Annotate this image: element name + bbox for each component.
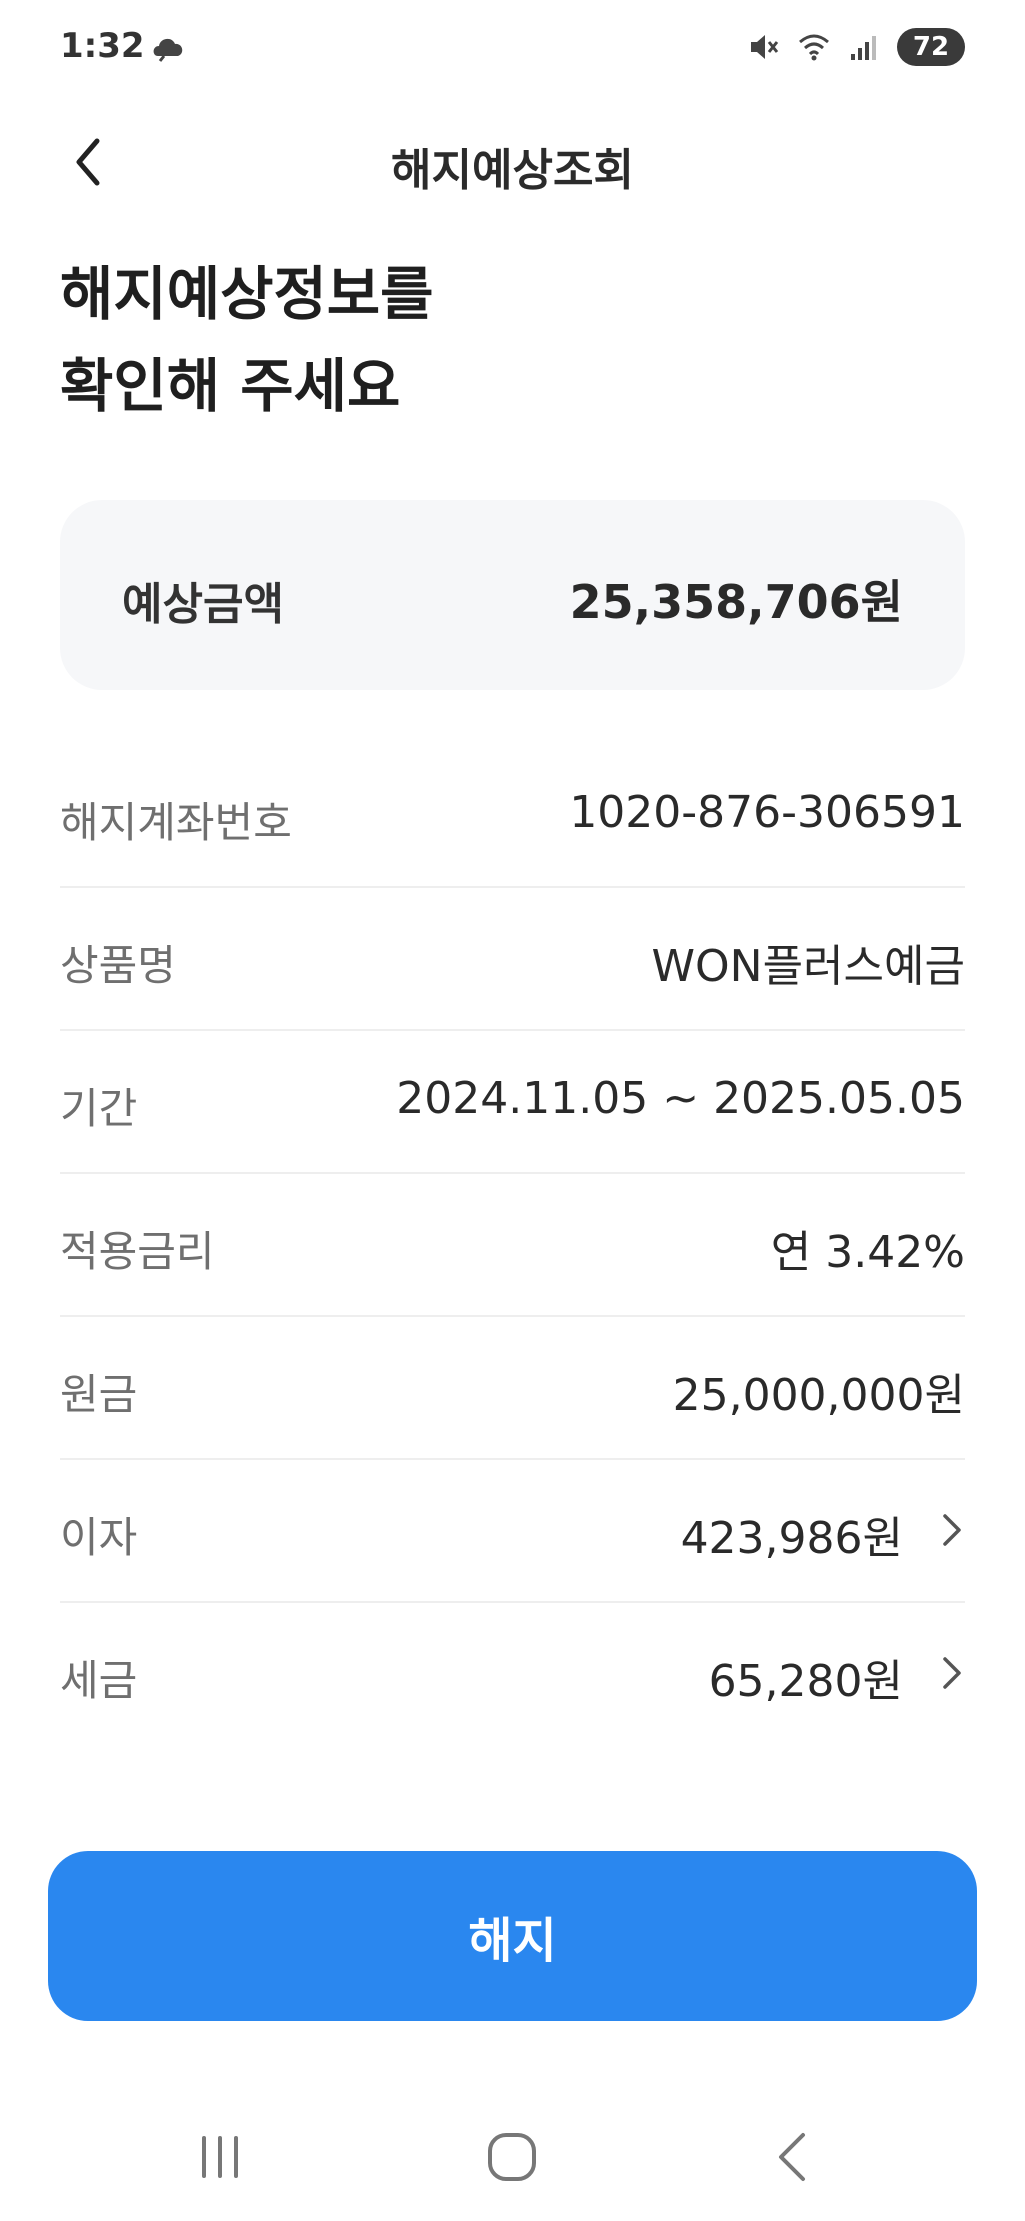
expected-amount-label: 예상금액 — [122, 579, 284, 630]
battery-icon: 72 — [897, 28, 965, 66]
wifi-icon — [799, 34, 829, 61]
app-header: 해지예상조회 — [0, 110, 1025, 210]
detail-row-principal: 원금 25,000,000원 — [60, 1317, 965, 1460]
signal-icon — [851, 36, 876, 60]
home-icon — [488, 2133, 536, 2181]
expected-amount-value: 25,358,706원 — [569, 575, 903, 629]
detail-row-tax[interactable]: 세금 65,280원 — [60, 1603, 965, 1746]
back-icon — [779, 2133, 805, 2181]
status-icons: 72 — [747, 28, 965, 66]
system-nav-bar — [0, 2100, 1025, 2221]
detail-value: 2024.11.05 ~ 2025.05.05 — [396, 1073, 965, 1124]
detail-value: 연 3.42% — [770, 1227, 965, 1278]
nav-back-button[interactable] — [752, 2122, 832, 2192]
cloud-icon — [153, 38, 183, 62]
recent-apps-button[interactable] — [180, 2122, 260, 2192]
main-heading: 해지예상정보를 확인해 주세요 — [60, 248, 434, 432]
detail-row-account-number: 해지계좌번호 1020-876-306591 — [60, 745, 965, 888]
detail-row-product-name: 상품명 WON플러스예금 — [60, 888, 965, 1031]
detail-row-interest[interactable]: 이자 423,986원 — [60, 1460, 965, 1603]
detail-row-interest-rate: 적용금리 연 3.42% — [60, 1174, 965, 1317]
detail-label: 해지계좌번호 — [60, 798, 292, 847]
home-button[interactable] — [472, 2122, 552, 2192]
battery-level: 72 — [912, 32, 950, 62]
heading-line-1: 해지예상정보를 — [60, 260, 434, 328]
terminate-button[interactable]: 해지 — [48, 1851, 977, 2021]
chevron-right-icon — [943, 1657, 961, 1689]
detail-label: 원금 — [60, 1370, 138, 1419]
chevron-right-icon — [943, 1514, 961, 1546]
detail-label: 기간 — [60, 1084, 138, 1133]
status-time: 1:32 — [60, 26, 145, 66]
detail-value: 423,986원 — [680, 1513, 903, 1564]
detail-value: WON플러스예금 — [651, 941, 965, 992]
detail-value: 25,000,000원 — [672, 1370, 965, 1421]
detail-label: 적용금리 — [60, 1227, 215, 1276]
detail-label: 세금 — [60, 1656, 138, 1705]
detail-label: 이자 — [60, 1513, 138, 1562]
page-title: 해지예상조회 — [391, 145, 634, 196]
detail-label: 상품명 — [60, 941, 176, 990]
status-bar: 1:32 72 — [0, 0, 1025, 96]
expected-amount-card: 예상금액 25,358,706원 — [60, 500, 965, 690]
recent-apps-icon — [202, 2136, 238, 2178]
heading-line-2: 확인해 주세요 — [60, 352, 401, 420]
detail-value: 1020-876-306591 — [569, 787, 965, 838]
detail-list: 해지계좌번호 1020-876-306591 상품명 WON플러스예금 기간 2… — [60, 745, 965, 1746]
detail-row-period: 기간 2024.11.05 ~ 2025.05.05 — [60, 1031, 965, 1174]
mute-icon — [751, 35, 779, 59]
detail-value: 65,280원 — [708, 1656, 903, 1707]
